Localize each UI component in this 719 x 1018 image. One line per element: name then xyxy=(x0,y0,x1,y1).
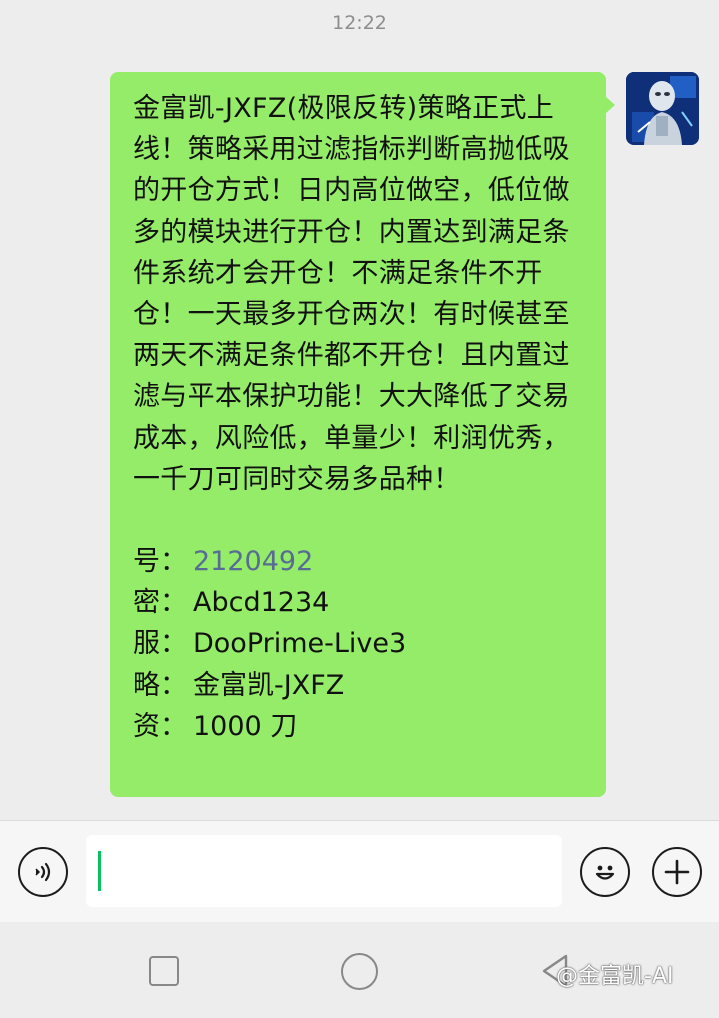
info-row-strategy: 略： 金富凯-JXFZ xyxy=(133,665,584,706)
message-bubble[interactable]: 金富凯-JXFZ(极限反转)策略正式上线！策略采用过滤指标判断高抛低吸的开仓方式… xyxy=(110,72,615,797)
info-label: 号： xyxy=(133,546,187,578)
info-label: 略： xyxy=(133,669,187,701)
info-row-server: 服： DooPrime-Live3 xyxy=(133,623,584,664)
emoji-icon xyxy=(595,865,615,880)
emoji-button[interactable] xyxy=(580,847,630,897)
avatar[interactable] xyxy=(626,72,699,145)
info-value: 1000 刀 xyxy=(193,710,298,742)
chat-area[interactable]: 12:22 金富凯-JXFZ(极限反转)策略正式上线！策略采用过滤指标判断高抛低… xyxy=(0,0,719,820)
info-row-account: 号： 2120492 xyxy=(133,541,584,582)
info-label: 密： xyxy=(133,587,187,619)
account-info: 号： 2120492 密： Abcd1234 服： DooPrime-Live3… xyxy=(133,541,584,747)
info-value: DooPrime-Live3 xyxy=(193,628,407,660)
watermark: @金富凯-AI xyxy=(556,964,674,989)
info-value: 金富凯-JXFZ xyxy=(193,669,345,701)
info-value: Abcd1234 xyxy=(193,587,330,619)
info-label: 资： xyxy=(133,710,187,742)
voice-button[interactable] xyxy=(18,847,68,897)
info-label: 服： xyxy=(133,628,187,660)
system-nav-bar: @金富凯-AI xyxy=(0,922,719,1018)
message-input[interactable] xyxy=(86,835,562,907)
recent-apps-icon[interactable] xyxy=(149,956,179,986)
text-caret xyxy=(98,851,101,891)
info-row-capital: 资： 1000 刀 xyxy=(133,706,584,747)
voice-icon xyxy=(35,862,51,882)
message-text: 金富凯-JXFZ(极限反转)策略正式上线！策略采用过滤指标判断高抛低吸的开仓方式… xyxy=(133,93,570,495)
info-row-password: 密： Abcd1234 xyxy=(133,582,584,623)
chat-input-bar xyxy=(0,820,719,922)
message-timestamp: 12:22 xyxy=(332,12,387,34)
account-number-link[interactable]: 2120492 xyxy=(193,541,313,582)
robot-avatar-image xyxy=(626,72,699,145)
plus-icon xyxy=(664,859,690,885)
more-button[interactable] xyxy=(652,847,702,897)
chat-screen: 12:22 金富凯-JXFZ(极限反转)策略正式上线！策略采用过滤指标判断高抛低… xyxy=(0,0,719,1018)
home-icon[interactable] xyxy=(341,953,378,990)
